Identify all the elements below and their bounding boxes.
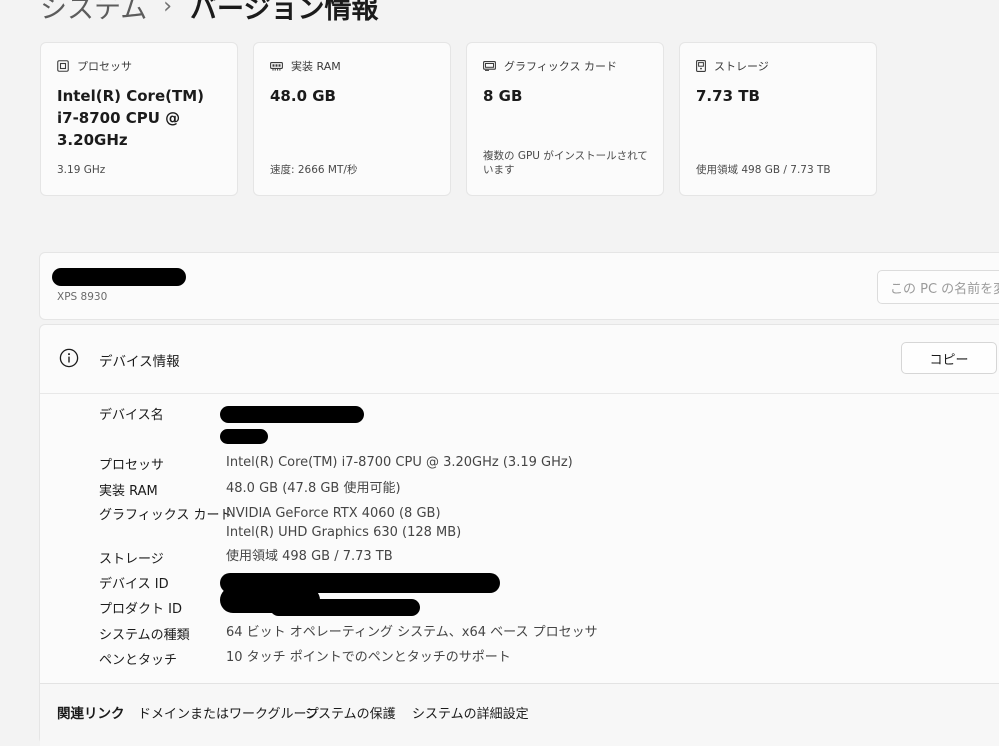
ram-card-speed: 速度: 2666 MT/秒: [270, 164, 358, 176]
link-system-protection[interactable]: システムの保護: [305, 703, 396, 722]
value-storage: 使用領域 498 GB / 7.73 TB: [226, 549, 393, 564]
chevron-right-icon: ›: [163, 0, 173, 19]
rename-pc-button[interactable]: この PC の名前を変更: [877, 270, 999, 304]
gpu-card-note: 複数の GPU がインストールされています: [483, 150, 648, 176]
storage-card: ストレージ 7.73 TB 使用領域 498 GB / 7.73 TB: [679, 42, 877, 196]
ram-card: 実装 RAM 48.0 GB 速度: 2666 MT/秒: [253, 42, 451, 196]
breadcrumb: システム › バージョン情報: [40, 0, 378, 26]
breadcrumb-parent-system[interactable]: システム: [40, 0, 147, 26]
redacted-device-name-line2: [220, 429, 268, 444]
label-processor: プロセッサ: [99, 458, 165, 473]
label-ram: 実装 RAM: [99, 484, 158, 499]
label-system-type: システムの種類: [99, 628, 190, 643]
gpu-card-label: グラフィックス カード: [504, 60, 617, 73]
gpu-icon: [483, 61, 496, 71]
device-info-header[interactable]: デバイス情報 コピー: [40, 325, 999, 394]
related-links-title: 関連リンク: [57, 706, 125, 722]
storage-card-label: ストレージ: [714, 60, 769, 73]
processor-card-label: プロセッサ: [77, 60, 132, 73]
pc-model: XPS 8930: [57, 291, 108, 303]
device-info-title: デバイス情報: [99, 354, 180, 370]
label-storage: ストレージ: [99, 552, 164, 567]
label-device-id: デバイス ID: [99, 577, 169, 592]
gpu-card-value: 8 GB: [483, 87, 523, 105]
storage-card-usage: 使用領域 498 GB / 7.73 TB: [696, 164, 831, 176]
memory-icon: [270, 61, 283, 71]
processor-card-value: Intel(R) Core(TM) i7-8700 CPU @ 3.20GHz: [57, 87, 204, 149]
info-icon: [59, 348, 79, 368]
related-links: 関連リンク ドメインまたはワークグループ システムの保護 システムの詳細設定: [40, 683, 999, 746]
label-gpu: グラフィックス カード: [99, 508, 233, 523]
redacted-device-name: [220, 406, 364, 423]
storage-icon: [696, 60, 706, 72]
redacted-pc-name: [52, 268, 186, 286]
value-gpu-1: NVIDIA GeForce RTX 4060 (8 GB): [226, 506, 441, 521]
label-product-id: プロダクト ID: [99, 602, 182, 617]
page-title: バージョン情報: [190, 0, 379, 25]
redacted-product-id-tail: [270, 599, 420, 616]
ram-card-value: 48.0 GB: [270, 87, 336, 105]
processor-icon: [57, 60, 69, 72]
processor-card-speed: 3.19 GHz: [57, 164, 106, 176]
value-processor: Intel(R) Core(TM) i7-8700 CPU @ 3.20GHz …: [226, 455, 573, 470]
link-advanced-system-settings[interactable]: システムの詳細設定: [412, 703, 529, 722]
label-pen-touch: ペンとタッチ: [99, 653, 178, 668]
processor-card: プロセッサ Intel(R) Core(TM) i7-8700 CPU @ 3.…: [40, 42, 238, 196]
ram-card-label: 実装 RAM: [291, 60, 341, 73]
link-domain-workgroup[interactable]: ドメインまたはワークグループ: [138, 703, 319, 722]
label-device-name: デバイス名: [99, 408, 164, 423]
value-gpu-2: Intel(R) UHD Graphics 630 (128 MB): [226, 525, 462, 540]
value-pen-touch: 10 タッチ ポイントでのペンとタッチのサポート: [226, 650, 511, 665]
value-system-type: 64 ビット オペレーティング システム、x64 ベース プロセッサ: [226, 625, 598, 640]
device-info-panel: デバイス情報 コピー デバイス名 プロセッサ Intel(R) Core(TM)…: [39, 324, 999, 746]
gpu-card: グラフィックス カード 8 GB 複数の GPU がインストールされています: [466, 42, 664, 196]
storage-card-value: 7.73 TB: [696, 87, 760, 105]
copy-button[interactable]: コピー: [901, 342, 997, 374]
pc-name-panel: XPS 8930 この PC の名前を変更: [39, 252, 999, 320]
value-ram: 48.0 GB (47.8 GB 使用可能): [226, 481, 401, 496]
